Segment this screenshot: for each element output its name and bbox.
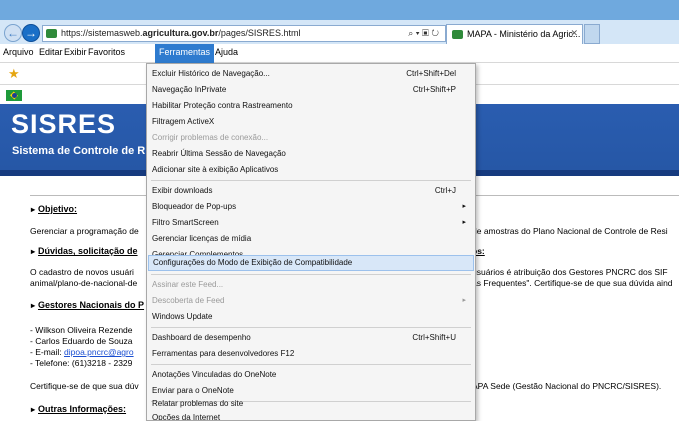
menu-item-dashboard-desempenho[interactable]: Dashboard de desempenho Ctrl+Shift+U (148, 330, 474, 346)
menu-bar: Arquivo Editar Exibir Favoritos Ferramen… (0, 44, 679, 63)
menu-ferramentas[interactable]: Ferramentas (155, 44, 215, 63)
certifique-text-cont: APA Sede (Gestão Nacional do PNCRC/SISRE… (472, 381, 662, 391)
address-actions-icon[interactable]: ⌕ ▾ ▣ ↻ (408, 28, 439, 39)
menu-item-ferramentas-f12[interactable]: Ferramentas para desenvolvedores F12 (148, 346, 474, 362)
forward-button[interactable]: → (22, 24, 40, 42)
menu-item-licencas-midia[interactable]: Gerenciar licenças de mídia (148, 231, 474, 247)
site-favicon-icon (46, 29, 57, 38)
menu-item-inprivate[interactable]: Navegação InPrivate Ctrl+Shift+P (148, 82, 474, 98)
menu-item-excluir-historico[interactable]: Excluir Histórico de Navegação... Ctrl+Sh… (148, 66, 474, 82)
menu-separator (151, 180, 471, 181)
gestor-email: - E-mail: dipoa.pncrc@agro (30, 347, 134, 357)
menu-item-exibir-downloads[interactable]: Exibir downloads Ctrl+J (148, 183, 474, 199)
menu-separator (151, 327, 471, 328)
brazil-flag-icon (6, 90, 22, 101)
address-bar[interactable]: https://sistemasweb.agricultura.gov.br/p… (42, 25, 446, 42)
menu-ajuda[interactable]: Ajuda (215, 47, 238, 57)
menu-arquivo[interactable]: Arquivo (3, 47, 34, 57)
objetivo-text: Gerenciar a programação de (30, 226, 139, 236)
section-objetivo[interactable]: Objetivo: (31, 204, 77, 214)
email-link[interactable]: dipoa.pncrc@agro (64, 347, 134, 357)
menu-item-opcoes-internet[interactable]: Opções da Internet (148, 410, 474, 420)
submenu-arrow-icon: ▸ (462, 297, 466, 304)
cadastro-text-line2: animal/plano-de-nacional-de (30, 278, 138, 288)
new-tab-button[interactable] (584, 24, 600, 44)
menu-item-bloqueador-popups[interactable]: Bloqueador de Pop-ups ▸ (148, 199, 474, 215)
section-outras-informacoes[interactable]: Outras Informações: (31, 404, 126, 414)
back-arrow-icon: ← (7, 26, 19, 40)
section-duvidas[interactable]: Dúvidas, solicitação de (31, 246, 138, 256)
gestor-1: - Wilkson Oliveira Rezende (30, 325, 133, 335)
menu-editar[interactable]: Editar (39, 47, 63, 57)
gestor-telefone: - Telefone: (61)3218 - 2329 (30, 358, 133, 368)
menu-separator (151, 274, 471, 275)
menu-exibir[interactable]: Exibir (64, 47, 87, 57)
site-title: SISRES (11, 109, 117, 139)
menu-item-protecao-rastreamento[interactable]: Habilitar Proteção contra Rastreamento (148, 98, 474, 114)
favorites-star-icon[interactable]: ★ (8, 67, 20, 81)
browser-tab[interactable]: MAPA - Ministério da Agric... ✕ (446, 24, 583, 44)
menu-item-adicionar-aplicativos[interactable]: Adicionar site à exibição Aplicativos (148, 162, 474, 178)
menu-separator (151, 364, 471, 365)
menu-item-onenote-anotacoes[interactable]: Anotações Vinculadas do OneNote (148, 367, 474, 383)
tab-title: MAPA - Ministério da Agric... (467, 29, 581, 39)
address-url[interactable]: https://sistemasweb.agricultura.gov.br/p… (61, 28, 300, 38)
tab-favicon-icon (452, 30, 463, 39)
cadastro-text-cont2: as Frequentes". Certifique-se de que sua… (472, 278, 673, 288)
back-button[interactable]: ← (4, 24, 22, 42)
menu-item-reabrir-sessao[interactable]: Reabrir Última Sessão de Navegação (148, 146, 474, 162)
objetivo-text-cont: de amostras do Plano Nacional de Control… (472, 226, 668, 236)
menu-item-filtro-smartscreen[interactable]: Filtro SmartScreen ▸ (148, 215, 474, 231)
certifique-text: Certifique-se de que sua dúv (30, 381, 139, 391)
menu-item-filtragem-activex[interactable]: Filtragem ActiveX (148, 114, 474, 130)
menu-favoritos[interactable]: Favoritos (88, 47, 125, 57)
menu-item-descoberta-feed: Descoberta de Feed ▸ (148, 293, 474, 309)
menu-item-corrigir-conexao: Corrigir problemas de conexão... (152, 133, 269, 142)
title-bar (0, 0, 679, 20)
section-gestores[interactable]: Gestores Nacionais do P (31, 300, 144, 310)
menu-item-compatibilidade[interactable]: Configurações do Modo de Exibição de Com… (148, 255, 474, 271)
site-subtitle: Sistema de Controle de R (12, 145, 146, 157)
cadastro-text-cont1: usuários é atribuição dos Gestores PNCRC… (472, 267, 668, 277)
cadastro-text-line1: O cadastro de novos usuári (30, 267, 134, 277)
forward-arrow-icon: → (25, 26, 37, 40)
menu-item-assinar-feed: Assinar este Feed... (152, 280, 224, 289)
ferramentas-dropdown: Excluir Histórico de Navegação... Ctrl+Sh… (146, 63, 476, 421)
tab-close-icon[interactable]: ✕ (570, 28, 578, 39)
submenu-arrow-icon: ▸ (462, 203, 466, 210)
submenu-arrow-icon: ▸ (462, 219, 466, 226)
menu-item-windows-update[interactable]: Windows Update (148, 309, 474, 325)
gestor-2: - Carlos Eduardo de Souza (30, 336, 133, 346)
